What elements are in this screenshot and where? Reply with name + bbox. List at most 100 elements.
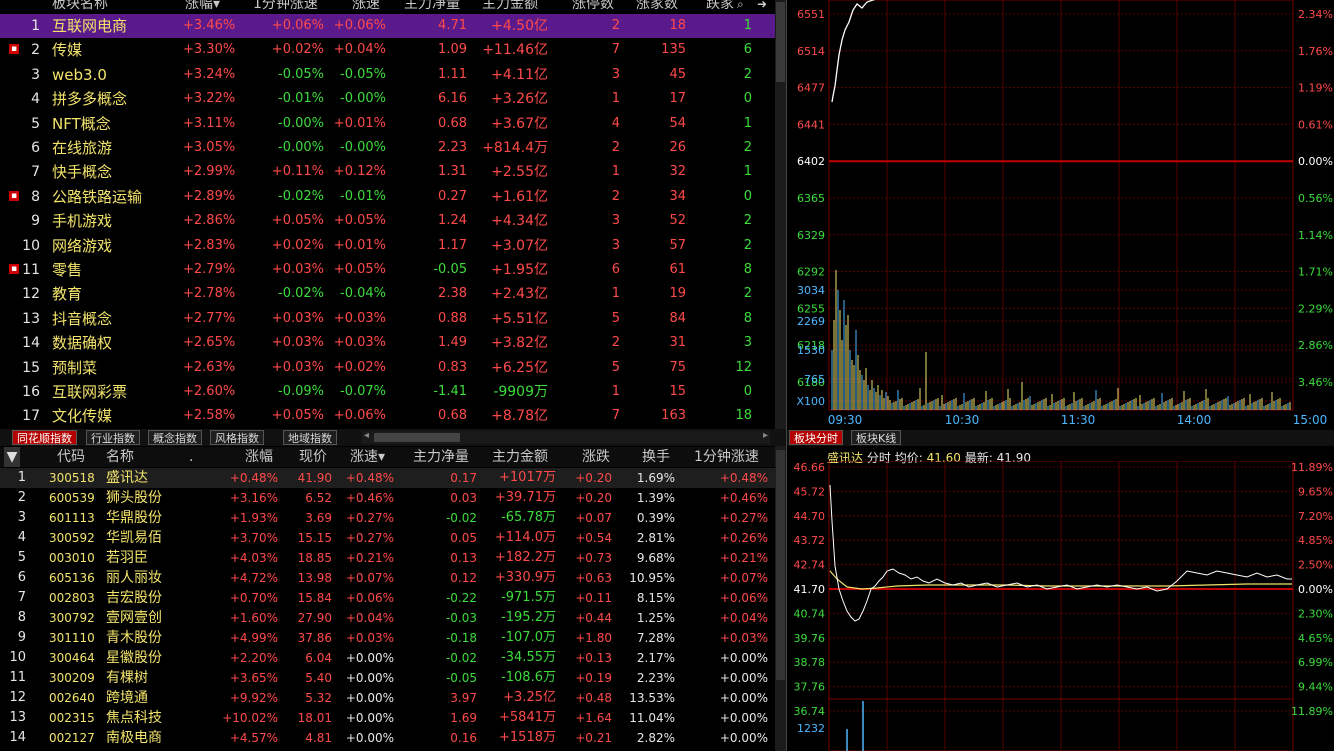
stock-row[interactable]: 9 301110 青木股份 +4.99% 37.86 +0.03% -0.18 -107.0万…	[0, 628, 775, 648]
stock-row[interactable]: 4 300592 华凯易佰 +3.70% 15.15 +0.27% 0.05 +114.0万 +…	[0, 528, 775, 548]
sector-spd1: +0.02%	[271, 42, 324, 58]
sector-row[interactable]: ▪ 8 公路铁路运输 +2.89% -0.02% -0.01% 0.27 +1.61亿 2 34 0	[0, 185, 775, 209]
sector-up: 52	[669, 213, 686, 229]
stock-code: 003010	[49, 551, 95, 565]
sector-row[interactable]: 17 文化传媒 +2.58% +0.05% +0.06% 0.68 +8.78亿 7 163 18	[0, 404, 775, 428]
sector-chg: +2.89%	[183, 188, 236, 204]
sector-row[interactable]: 10 网络游戏 +2.83% +0.02% +0.01% 1.17 +3.07亿 3 57 2	[0, 234, 775, 258]
stock-net: 3.97	[450, 691, 477, 705]
stock-name: 若羽臣	[106, 550, 148, 566]
tab-industry-index[interactable]: 行业指数	[86, 430, 140, 445]
sector-row[interactable]: 14 数据确权 +2.65% +0.03% +0.03% 1.49 +3.82亿 2 31 3	[0, 331, 775, 355]
stock-intraday-chart[interactable]: 46.66 45.72 44.70 43.72 42.74 41.70 40.74 39.76…	[787, 461, 1334, 751]
sector-scrollbar[interactable]	[775, 0, 786, 429]
sector-row[interactable]: 6 在线旅游 +3.05% -0.00% -0.00% 2.23 +814.4万 2 26 2	[0, 136, 775, 160]
col-header-stock-chg[interactable]: 涨幅	[245, 447, 273, 467]
stock-row[interactable]: 3 601113 华鼎股份 +1.93% 3.69 +0.27% -0.02 -65.78万 +…	[0, 508, 775, 528]
col-header-stock-name[interactable]: 名称	[106, 447, 134, 467]
percent-tick: 1.19%	[1298, 82, 1333, 95]
col-header-dot: .	[189, 449, 194, 465]
tab-style-index[interactable]: 风格指数	[210, 430, 264, 445]
sector-row[interactable]: 7 快手概念 +2.99% +0.11% +0.12% 1.31 +2.55亿 1 32 1	[0, 160, 775, 184]
col-header-stock-spd[interactable]: 涨速▾	[350, 447, 385, 467]
stock-code: 002127	[49, 731, 95, 745]
stock-spd: +0.46%	[345, 491, 394, 505]
sector-row[interactable]: 1 互联网电商 +3.46% +0.06% +0.06% 4.71 +4.50亿 2 18 1	[0, 14, 775, 38]
stock-row[interactable]: 11 300209 有棵树 +3.65% 5.40 +0.00% -0.05 -108.6万 +…	[0, 668, 775, 688]
stock-row[interactable]: 6 605136 丽人丽妆 +4.72% 13.98 +0.07% 0.12 +330.9万 +…	[0, 568, 775, 588]
horizontal-scrollbar[interactable]: ◂ ▸	[362, 430, 770, 444]
sector-lim: 2	[611, 335, 620, 351]
sector-down: 0	[743, 384, 752, 399]
col-header-stock-amt[interactable]: 主力金额	[492, 447, 548, 467]
stock-scrollbar[interactable]	[775, 446, 786, 751]
stock-name: 壹网壹创	[106, 610, 162, 626]
sector-chg: +3.11%	[183, 115, 236, 131]
sector-amt: +6.25亿	[491, 359, 548, 376]
sector-spd1: +0.03%	[271, 335, 324, 351]
stock-diff: +0.07	[575, 511, 612, 525]
col-header-price[interactable]: 现价	[299, 447, 327, 467]
scroll-right-icon[interactable]: ▸	[763, 430, 768, 441]
col-header-stock-spd1[interactable]: 1分钟涨速	[694, 447, 759, 467]
tab-concept-index[interactable]: 概念指数	[148, 430, 202, 445]
sector-row[interactable]: ▪ 11 零售 +2.79% +0.03% +0.05% -0.05 +1.95亿 6 61 8	[0, 258, 775, 282]
sector-row[interactable]: ▪ 2 传媒 +3.30% +0.02% +0.04% 1.09 +11.46亿 7 135 6	[0, 38, 775, 62]
sector-row[interactable]: 5 NFT概念 +3.11% -0.00% +0.01% 0.68 +3.67亿 4 54 1	[0, 112, 775, 136]
stock-row[interactable]: 14 002127 南极电商 +4.57% 4.81 +0.00% 0.16 +1518万 +0…	[0, 728, 775, 748]
stock-row[interactable]: 12 002640 跨境通 +9.92% 5.32 +0.00% 3.97 +3.25亿 +0.…	[0, 688, 775, 708]
sector-row[interactable]: 4 拼多多概念 +3.22% -0.01% -0.00% 6.16 +3.26亿 1 17 0	[0, 87, 775, 111]
tab-ths-index[interactable]: 同花顺指数	[12, 430, 77, 445]
stock-diff: +0.11	[575, 591, 612, 605]
sector-chg: +2.77%	[183, 310, 236, 326]
col-header-code[interactable]: 代码	[57, 447, 85, 467]
stock-scroll-thumb[interactable]	[776, 450, 785, 680]
sector-intraday-chart[interactable]: 6551651464776441640263656329629262556218…	[787, 0, 1334, 430]
sector-row[interactable]: 3 web3.0 +3.24% -0.05% -0.05% 1.11 +4.11亿 3 45 2	[0, 63, 775, 87]
stock-row[interactable]: 5 003010 若羽臣 +4.03% 18.85 +0.21% 0.13 +182.2万 +0…	[0, 548, 775, 568]
stock-row[interactable]: 13 002315 焦点科技 +10.02% 18.01 +0.00% 1.69 +5841万…	[0, 708, 775, 728]
sector-amt: +8.78亿	[491, 408, 548, 425]
stock-price: 15.15	[297, 531, 332, 545]
stock-row[interactable]: 7 002803 吉宏股份 +0.70% 15.84 +0.06% -0.22 -971.5万…	[0, 588, 775, 608]
sector-row[interactable]: 15 预制菜 +2.63% +0.03% +0.02% 0.83 +6.25亿 5 75 12	[0, 356, 775, 380]
sector-row[interactable]: 12 教育 +2.78% -0.02% -0.04% 2.38 +2.43亿 1 19 2	[0, 282, 775, 306]
sector-down: 2	[743, 237, 752, 253]
col-header-stock-net[interactable]: 主力净量	[413, 447, 469, 467]
stock-rank: 8	[17, 610, 26, 625]
stock-chg: +4.99%	[229, 631, 278, 645]
horizontal-scroll-thumb[interactable]	[374, 433, 460, 442]
sector-scroll-thumb[interactable]	[776, 2, 785, 82]
sector-chg: +2.78%	[183, 286, 236, 302]
sector-row[interactable]: 9 手机游戏 +2.86% +0.05% +0.05% 1.24 +4.34亿 3 52 2	[0, 209, 775, 233]
filter-icon[interactable]: ▼	[4, 447, 20, 467]
percent-tick: 3.46%	[1298, 376, 1333, 389]
sector-name: 数据确权	[52, 334, 113, 353]
stock-row[interactable]: 2 600539 狮头股份 +3.16% 6.52 +0.46% 0.03 +39.71万 +0…	[0, 488, 775, 508]
sector-row[interactable]: 16 互联网彩票 +2.60% -0.09% -0.07% -1.41 -9909万 1 15 0	[0, 380, 775, 404]
stock-spd1: +0.46%	[719, 491, 768, 505]
col-header-diff[interactable]: 涨跌	[582, 447, 610, 467]
stock-row[interactable]: 1 300518 盛讯达 +0.48% 41.90 +0.48% 0.17 +1017万 +0.…	[0, 468, 775, 488]
sector-down: 6	[743, 42, 752, 58]
time-tick: 11:30	[1061, 413, 1096, 427]
tab-region-index[interactable]: 地域指数	[283, 430, 337, 445]
tab-sector-intraday[interactable]: 板块分时	[789, 430, 843, 445]
sector-spd1: -0.02%	[278, 188, 324, 204]
price-tick: 6255	[797, 302, 825, 315]
tab-sector-kline[interactable]: 板块K线	[851, 430, 902, 445]
sector-row[interactable]: 13 抖音概念 +2.77% +0.03% +0.03% 0.88 +5.51亿 5 84 8	[0, 307, 775, 331]
stock-row[interactable]: 8 300792 壹网壹创 +1.60% 27.90 +0.04% -0.03 -195.2万…	[0, 608, 775, 628]
stock-row[interactable]: 10 300464 星徽股份 +2.20% 6.04 +0.00% -0.02 -34.55万…	[0, 648, 775, 668]
stock-spd1: +0.27%	[719, 511, 768, 525]
stock-amt: +182.2万	[494, 550, 556, 565]
scroll-left-icon[interactable]: ◂	[364, 430, 369, 441]
col-header-turn[interactable]: 换手	[642, 447, 670, 467]
stock-percent-tick: 9.65%	[1298, 485, 1333, 498]
app-window: 板块名称 涨幅▾ 1分钟涨速 涨速 主力净量 主力金额 涨停数 涨家数 跌家 ⌕…	[0, 0, 1334, 751]
sector-chg: +3.46%	[183, 18, 236, 33]
stock-spd1: +0.04%	[719, 611, 768, 625]
stock-rank: 2	[17, 490, 26, 505]
sector-lim: 3	[611, 66, 620, 82]
stock-amt: -107.0万	[501, 630, 556, 645]
